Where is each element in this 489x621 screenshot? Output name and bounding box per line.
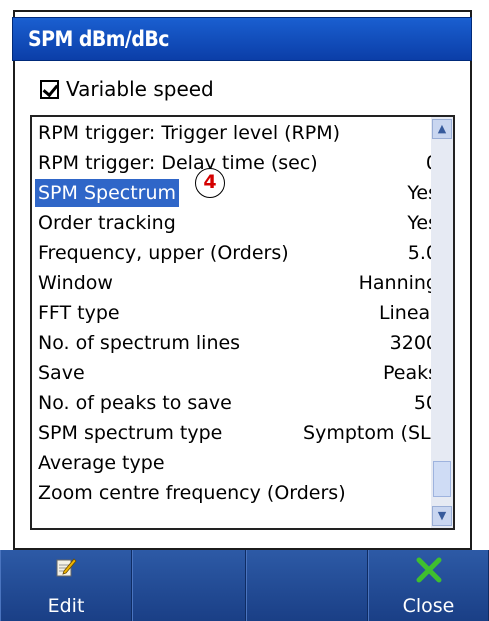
list-item-label: Average type [38,452,165,474]
list-item[interactable]: Window Hanning [38,269,438,297]
list-item-label: Zoom centre frequency (Orders) [38,482,346,504]
edit-button[interactable]: Edit [0,550,132,621]
list-item-label: Frequency, upper (Orders) [38,242,289,264]
list-item-value: Peaks [382,362,438,384]
close-label: Close [402,595,455,617]
list-item[interactable]: Zoom centre frequency (Orders) [38,479,438,507]
edit-icon [56,558,77,577]
edit-label: Edit [47,595,85,617]
scroll-thumb[interactable] [433,461,451,497]
list-item-label: Order tracking [38,212,176,234]
list-item[interactable]: RPM trigger: Trigger level (RPM) [38,119,438,147]
scroll-down-icon[interactable]: ▼ [432,506,452,526]
toolbar-empty-slot-1 [132,550,246,621]
list-item[interactable]: SPM spectrum type Symptom (SL) [38,419,438,447]
toolbar-empty-slot-2 [246,550,368,621]
list-item[interactable]: RPM trigger: Delay time (sec) 0 [38,149,438,177]
list-item-selected[interactable]: SPM Spectrum Yes [35,179,438,207]
variable-speed-label: Variable speed [66,77,214,101]
list-item-label: FFT type [38,302,120,324]
list-item-value: Linear [378,302,438,324]
list-item-label: RPM trigger: Delay time (sec) [38,152,318,174]
settings-list[interactable]: RPM trigger: Trigger level (RPM) RPM tri… [30,115,455,530]
variable-speed-row[interactable]: Variable speed [40,74,214,104]
list-item[interactable]: Average type [38,449,438,477]
list-item-label: RPM trigger: Trigger level (RPM) [38,122,341,144]
close-button[interactable]: Close [368,550,489,621]
list-item[interactable]: Save Peaks [38,359,438,387]
bottom-toolbar: Edit Close [0,550,489,621]
list-item[interactable]: No. of spectrum lines 3200 [38,329,438,357]
close-x-icon [416,557,441,583]
list-scrollbar[interactable]: ▲ ▼ [431,117,453,528]
list-item[interactable]: No. of peaks to save 50 [38,389,438,417]
list-item[interactable]: Order tracking Yes [38,209,438,237]
list-item[interactable]: Frequency, upper (Orders) 5.0 [38,239,438,267]
list-item-value: Symptom (SL) [303,422,438,444]
dialog-title-bar: SPM dBm/dBc [12,17,472,61]
list-item-label: Window [38,272,113,294]
callout-number-badge: 4 [195,168,225,198]
list-item-label: Save [38,362,85,384]
scroll-up-icon[interactable]: ▲ [432,119,452,139]
list-item-label: SPM Spectrum [35,179,180,207]
list-item-value: Hanning [358,272,438,294]
variable-speed-checkbox[interactable] [40,79,59,99]
dialog-title: SPM dBm/dBc [28,27,169,51]
list-item-label: SPM spectrum type [38,422,223,444]
list-item-label: No. of spectrum lines [38,332,241,354]
list-item-label: No. of peaks to save [38,392,232,414]
list-item[interactable]: FFT type Linear [38,299,438,327]
